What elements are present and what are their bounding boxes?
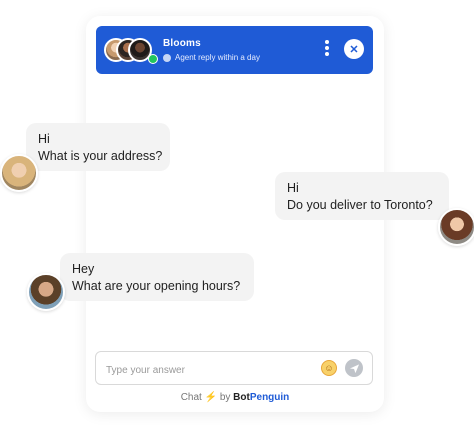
agent-avatars xyxy=(104,38,158,64)
reply-info: Agent reply within a day xyxy=(163,53,260,62)
send-button[interactable] xyxy=(345,359,363,377)
message-bubble: Hi Do you deliver to Toronto? xyxy=(275,172,449,220)
clock-icon xyxy=(163,53,171,62)
user-avatar xyxy=(0,154,38,192)
bolt-icon: ⚡ xyxy=(204,392,218,403)
composer: ☺ xyxy=(95,351,373,385)
online-status-dot xyxy=(148,54,158,64)
message-line: Hi xyxy=(287,181,299,195)
brand-part2: Penguin xyxy=(249,392,290,403)
footer-chat-text: Chat xyxy=(180,392,202,403)
emoji-button[interactable]: ☺ xyxy=(321,360,337,376)
bot-name: Blooms xyxy=(163,38,201,49)
send-icon xyxy=(349,363,359,373)
reply-time-text: Agent reply within a day xyxy=(175,53,260,62)
close-button[interactable]: ✕ xyxy=(344,39,364,59)
close-icon: ✕ xyxy=(349,43,359,56)
powered-by-footer: Chat ⚡ by BotPenguin xyxy=(86,392,384,403)
message-line: Hi xyxy=(38,132,50,146)
message-bubble: Hey What are your opening hours? xyxy=(60,253,254,301)
message-input[interactable] xyxy=(104,360,308,380)
user-avatar xyxy=(438,208,474,246)
emoji-icon: ☺ xyxy=(324,363,334,373)
message-line: What is your address? xyxy=(38,149,163,163)
user-avatar xyxy=(27,273,65,311)
brand-part1: Bot xyxy=(233,392,250,403)
message-line: What are your opening hours? xyxy=(72,279,241,293)
message-line: Do you deliver to Toronto? xyxy=(287,198,433,212)
brand-link[interactable]: BotPenguin xyxy=(233,392,289,403)
message-bubble: Hi What is your address? xyxy=(26,123,170,171)
chat-header: Blooms Agent reply within a day ✕ xyxy=(96,26,373,74)
message-line: Hey xyxy=(72,262,95,276)
more-vertical-icon[interactable] xyxy=(323,40,331,60)
footer-by-text: by xyxy=(219,392,231,403)
